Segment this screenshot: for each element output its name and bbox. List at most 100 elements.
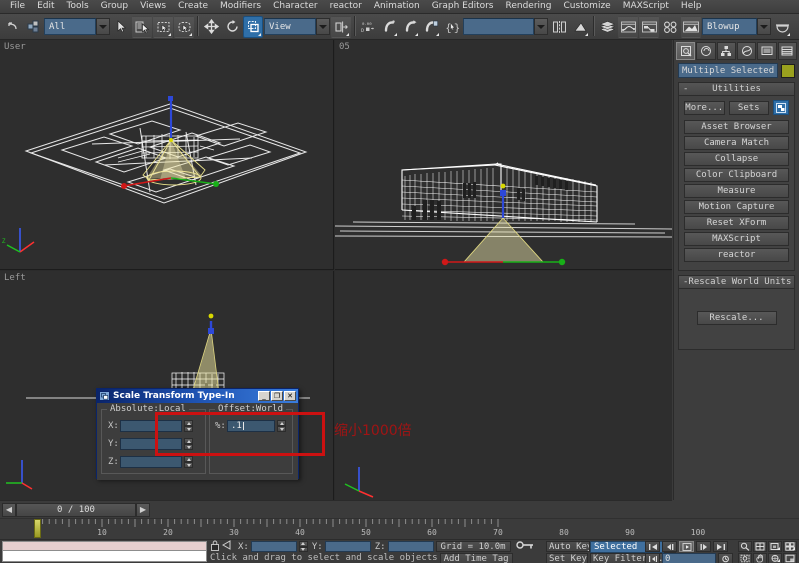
redo-button[interactable] xyxy=(23,16,43,38)
step-back-icon[interactable] xyxy=(662,541,677,552)
hand-icon[interactable] xyxy=(753,553,767,563)
current-frame-input[interactable]: 0 xyxy=(662,553,716,563)
coord-x-field[interactable]: X: xyxy=(236,541,297,552)
reset-xform-button[interactable]: Reset XForm xyxy=(684,216,789,230)
absolute-relative-toggle-icon[interactable] xyxy=(222,540,234,553)
current-frame-display[interactable]: 0 / 100 xyxy=(16,503,136,517)
select-object-button[interactable] xyxy=(111,16,131,38)
sets-button[interactable]: Sets xyxy=(729,101,770,115)
menu-item-animation[interactable]: Animation xyxy=(368,0,426,13)
layer-manager-button[interactable] xyxy=(597,16,617,38)
motion-capture-button[interactable]: Motion Capture xyxy=(684,200,789,214)
align-button[interactable] xyxy=(570,16,590,38)
time-slider-control[interactable]: ◀ 0 / 100 ▶ xyxy=(2,503,150,517)
camera-match-button[interactable]: Camera Match xyxy=(684,136,789,150)
coord-spinner[interactable] xyxy=(299,541,308,552)
rectangular-selection-region-button[interactable] xyxy=(153,16,173,38)
zoom-extents-icon[interactable] xyxy=(768,541,782,552)
viewport-perspective[interactable] xyxy=(335,271,672,500)
minimize-button[interactable]: _ xyxy=(258,391,270,401)
curve-editor-button[interactable] xyxy=(618,16,638,38)
collapse-button[interactable]: Collapse xyxy=(684,152,789,166)
maxscript-listener-white-row[interactable] xyxy=(2,551,207,562)
menu-item-rendering[interactable]: Rendering xyxy=(500,0,558,13)
utilities-tab[interactable] xyxy=(778,42,797,60)
menu-item-create[interactable]: Create xyxy=(172,0,214,13)
spinner-snap-toggle-button[interactable]: 0.00 D xyxy=(358,16,378,38)
auto-key-button[interactable]: Auto Key xyxy=(546,541,590,552)
menu-item-views[interactable]: Views xyxy=(134,0,172,13)
coord-y-field[interactable]: Y: xyxy=(310,541,371,552)
maximize-viewport-icon[interactable] xyxy=(783,553,797,563)
mirror-button[interactable] xyxy=(549,16,569,38)
render-preset-combo[interactable]: Blowup xyxy=(702,18,771,35)
configure-button-sets-icon[interactable] xyxy=(773,100,789,115)
chevron-down-icon[interactable] xyxy=(757,18,771,35)
utilities-rollout-header[interactable]: - Utilities xyxy=(678,82,795,96)
reactor-button[interactable]: reactor xyxy=(684,248,789,262)
chevron-down-icon[interactable] xyxy=(534,18,548,35)
percent-snap-toggle-button[interactable] xyxy=(421,16,441,38)
add-time-tag-button[interactable]: Add Time Tag xyxy=(440,553,513,563)
zoom-extents-all-icon[interactable] xyxy=(783,541,797,552)
zoom-all-icon[interactable] xyxy=(753,541,767,552)
coord-z-input[interactable] xyxy=(388,541,434,552)
object-name-field[interactable]: Multiple Selected xyxy=(678,63,778,78)
dialog-title-bar[interactable]: Scale Transform Type-In _ ❐ ✕ xyxy=(97,389,298,403)
magnifier-icon[interactable] xyxy=(738,541,752,552)
angle-snap-toggle-button[interactable] xyxy=(400,16,420,38)
arc-rotate-icon[interactable] xyxy=(768,553,782,563)
schematic-view-button[interactable] xyxy=(639,16,659,38)
time-slider-thumb[interactable] xyxy=(34,519,41,538)
coord-z-field[interactable]: Z: xyxy=(373,541,434,552)
skip-end-icon[interactable] xyxy=(713,541,728,552)
reference-coordinate-system-combo[interactable]: View xyxy=(264,18,330,35)
more-button[interactable]: More... xyxy=(684,101,725,115)
chevron-down-icon[interactable] xyxy=(316,18,330,35)
render-scene-dialog-button[interactable] xyxy=(681,16,701,38)
lock-icon[interactable] xyxy=(210,540,220,554)
menu-item-maxscript[interactable]: MAXScript xyxy=(617,0,675,13)
menu-item-group[interactable]: Group xyxy=(95,0,134,13)
rescale-button[interactable]: Rescale... xyxy=(697,311,777,325)
select-and-rotate-button[interactable] xyxy=(222,16,242,38)
edit-named-selection-sets-button[interactable]: { } xyxy=(442,16,462,38)
menu-item-help[interactable]: Help xyxy=(675,0,708,13)
display-tab[interactable] xyxy=(757,42,776,60)
coord-x-input[interactable] xyxy=(251,541,297,552)
chevron-down-icon[interactable] xyxy=(96,18,110,35)
close-button[interactable]: ✕ xyxy=(284,391,296,401)
material-editor-button[interactable] xyxy=(660,16,680,38)
chevron-right-icon[interactable]: ▶ xyxy=(136,503,150,517)
hierarchy-tab[interactable] xyxy=(717,42,736,60)
menu-item-edit[interactable]: Edit xyxy=(31,0,60,13)
viewport-user[interactable]: User xyxy=(0,40,334,270)
play-icon[interactable] xyxy=(679,541,694,552)
coord-y-input[interactable] xyxy=(325,541,371,552)
menu-item-tools[interactable]: Tools xyxy=(61,0,95,13)
select-by-name-button[interactable] xyxy=(132,16,152,38)
window-crossing-toggle-button[interactable] xyxy=(174,16,194,38)
chevron-left-icon[interactable]: ◀ xyxy=(2,503,16,517)
zoom-region-icon[interactable] xyxy=(738,553,752,563)
snaps-toggle-button[interactable] xyxy=(379,16,399,38)
maxscript-button[interactable]: MAXScript xyxy=(684,232,789,246)
named-selection-sets-combo[interactable] xyxy=(463,18,548,35)
object-color-swatch[interactable] xyxy=(781,64,795,78)
absolute-z-spinner[interactable] xyxy=(184,456,193,468)
menu-item-character[interactable]: Character xyxy=(267,0,323,13)
track-bar[interactable]: 10 20 30 40 50 60 70 80 90 100 xyxy=(0,518,799,539)
quick-render-button[interactable] xyxy=(772,16,792,38)
step-forward-icon[interactable] xyxy=(696,541,711,552)
selection-filter-combo[interactable]: All xyxy=(44,18,110,35)
use-pivot-point-center-button[interactable] xyxy=(331,16,351,38)
menu-item-modifiers[interactable]: Modifiers xyxy=(214,0,267,13)
undo-button[interactable] xyxy=(2,16,22,38)
viewport-camera-05[interactable]: 05 xyxy=(335,40,672,270)
set-key-button[interactable]: Set Key xyxy=(546,553,588,563)
menu-item-reactor[interactable]: reactor xyxy=(324,0,368,13)
measure-button[interactable]: Measure xyxy=(684,184,789,198)
menu-item-customize[interactable]: Customize xyxy=(557,0,616,13)
menu-item-file[interactable]: File xyxy=(4,0,31,13)
time-configuration-icon[interactable] xyxy=(718,553,733,563)
